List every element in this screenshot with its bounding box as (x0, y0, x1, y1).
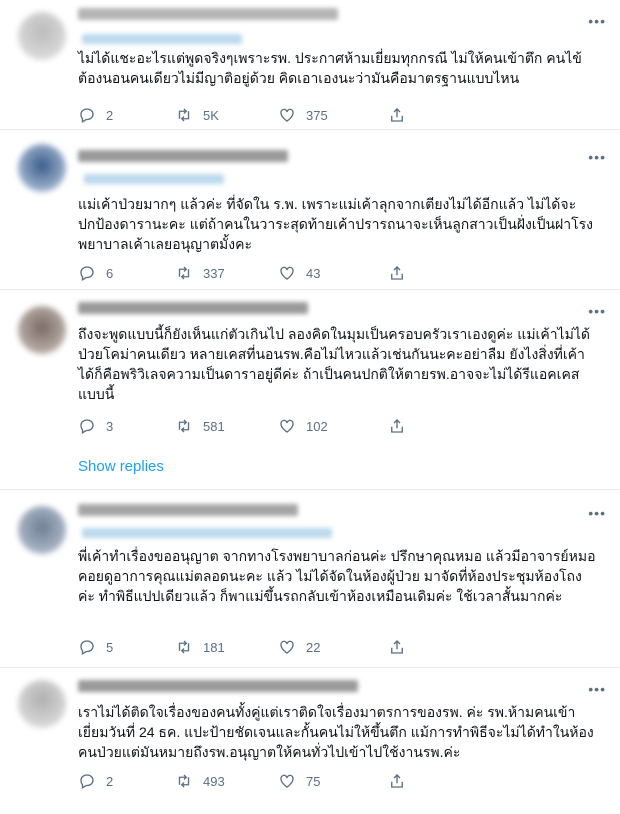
author-name[interactable] (78, 504, 298, 516)
reply-count: 3 (106, 418, 114, 434)
reply-count: 2 (106, 773, 114, 789)
share-button[interactable] (388, 106, 416, 124)
more-options-icon[interactable]: ••• (588, 682, 606, 696)
replying-to[interactable] (84, 174, 224, 184)
tweet-text: พี่เค้าทำเรื่องขออนุญาต จากทางโรงพยาบาลก… (78, 548, 596, 604)
reply-button[interactable]: 3 (78, 417, 113, 435)
retweet-icon (178, 266, 190, 280)
heart-icon (280, 774, 294, 788)
like-button[interactable]: 43 (278, 264, 320, 282)
tweet-actions: 5 181 22 (78, 638, 538, 658)
like-button[interactable]: 22 (278, 638, 320, 656)
reply-count: 2 (106, 107, 114, 123)
tweet[interactable]: ••• ถึงจะพูดแบบนี้ก็ยังเห็นแก่ตัวเกินไป … (0, 290, 620, 490)
retweet-icon (178, 108, 190, 122)
retweet-count: 5K (203, 107, 219, 123)
tweet-actions: 2 5K 375 (78, 106, 538, 126)
reply-button[interactable]: 6 (78, 264, 113, 282)
retweet-icon (178, 419, 190, 433)
share-icon (391, 108, 403, 122)
retweet-button[interactable]: 493 (175, 772, 225, 790)
author-name[interactable] (78, 150, 288, 162)
reply-icon (80, 108, 94, 123)
tweet-actions: 2 493 75 (78, 772, 538, 792)
like-count: 375 (306, 107, 328, 123)
reply-button[interactable]: 5 (78, 638, 113, 656)
author-name[interactable] (78, 302, 308, 314)
share-icon (391, 419, 403, 433)
retweet-count: 493 (203, 773, 225, 789)
tweet-actions: 3 581 102 (78, 417, 538, 437)
avatar[interactable] (18, 12, 66, 60)
heart-icon (280, 108, 294, 122)
avatar[interactable] (18, 506, 66, 554)
share-button[interactable] (388, 417, 416, 435)
share-icon (391, 640, 403, 654)
replying-to[interactable] (82, 34, 242, 44)
like-count: 22 (306, 639, 321, 655)
reply-icon (80, 640, 94, 655)
tweet-text: ถึงจะพูดแบบนี้ก็ยังเห็นแก่ตัวเกินไป ลองค… (78, 326, 590, 402)
tweet[interactable]: ••• ไม่ได้แชะอะไรแต่พูดจริงๆเพราะรพ. ประ… (0, 0, 620, 130)
tweet[interactable]: ••• เราไม่ได้ติดใจเรื่องของคนทั้งคู่แต่เ… (0, 668, 620, 814)
retweet-count: 181 (203, 639, 225, 655)
retweet-icon (178, 640, 190, 654)
reply-icon (80, 266, 94, 281)
heart-icon (280, 419, 294, 433)
retweet-button[interactable]: 181 (175, 638, 225, 656)
tweet-text: แม่เค้าป่วยมากๆ แล้วค่ะ ที่จัดใน ร.พ. เพ… (78, 196, 593, 252)
avatar[interactable] (18, 144, 66, 192)
share-button[interactable] (388, 264, 416, 282)
more-options-icon[interactable]: ••• (588, 506, 606, 520)
show-replies-link[interactable]: Show replies (78, 458, 164, 475)
more-options-icon[interactable]: ••• (588, 304, 606, 318)
reply-count: 6 (106, 265, 114, 281)
share-icon (391, 266, 403, 280)
retweet-count: 337 (203, 265, 225, 281)
retweet-button[interactable]: 5K (175, 106, 219, 124)
retweet-icon (178, 774, 190, 788)
reply-button[interactable]: 2 (78, 772, 113, 790)
like-count: 102 (306, 418, 328, 434)
avatar[interactable] (18, 680, 66, 728)
author-name[interactable] (78, 680, 358, 692)
tweet-text: ไม่ได้แชะอะไรแต่พูดจริงๆเพราะรพ. ประกาศห… (78, 50, 582, 86)
reply-button[interactable]: 2 (78, 106, 113, 124)
more-options-icon[interactable]: ••• (588, 150, 606, 164)
retweet-button[interactable]: 581 (175, 417, 225, 435)
author-name[interactable] (78, 8, 338, 20)
reply-count: 5 (106, 639, 114, 655)
retweet-button[interactable]: 337 (175, 264, 225, 282)
retweet-count: 581 (203, 418, 225, 434)
share-icon (391, 774, 403, 788)
share-button[interactable] (388, 772, 416, 790)
tweet-actions: 6 337 43 (78, 264, 538, 284)
heart-icon (280, 640, 294, 654)
like-button[interactable]: 375 (278, 106, 328, 124)
like-count: 75 (306, 773, 321, 789)
tweet[interactable]: ••• พี่เค้าทำเรื่องขออนุญาต จากทางโรงพยา… (0, 490, 620, 668)
reply-icon (80, 419, 94, 434)
heart-icon (280, 266, 294, 280)
avatar[interactable] (18, 306, 66, 354)
more-options-icon[interactable]: ••• (588, 14, 606, 28)
tweet[interactable]: ••• แม่เค้าป่วยมากๆ แล้วค่ะ ที่จัดใน ร.พ… (0, 130, 620, 290)
reply-icon (80, 774, 94, 789)
tweet-text: เราไม่ได้ติดใจเรื่องของคนทั้งคู่แต่เราติ… (78, 704, 594, 760)
replying-to[interactable] (82, 528, 332, 538)
reply-thread: ••• ไม่ได้แชะอะไรแต่พูดจริงๆเพราะรพ. ประ… (0, 0, 620, 814)
like-button[interactable]: 75 (278, 772, 320, 790)
like-count: 43 (306, 265, 321, 281)
share-button[interactable] (388, 638, 416, 656)
like-button[interactable]: 102 (278, 417, 328, 435)
